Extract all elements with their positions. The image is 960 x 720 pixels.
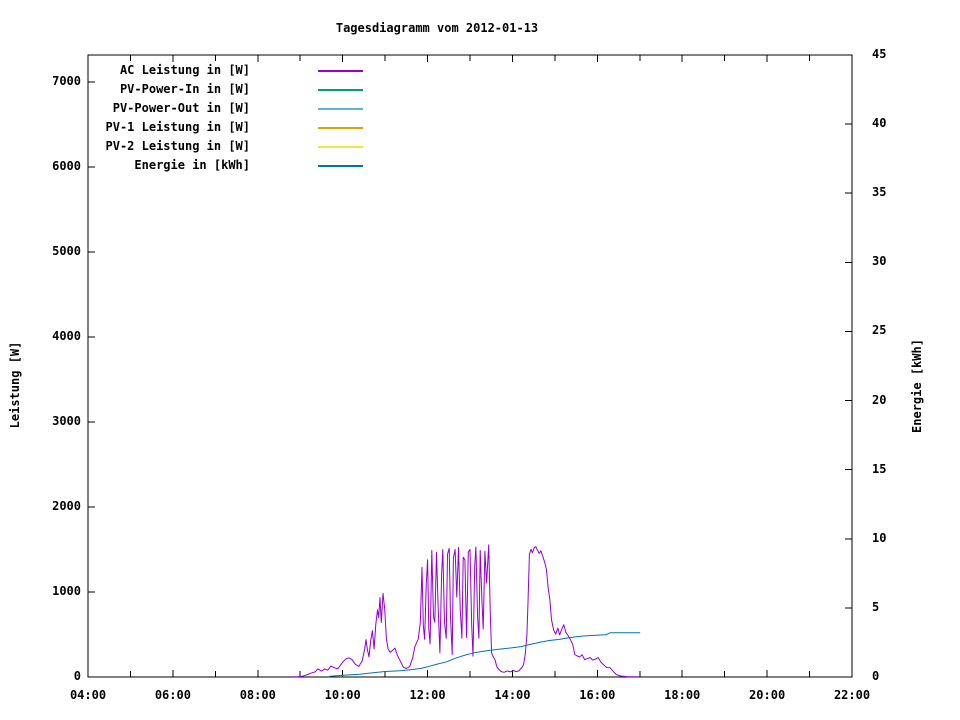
legend-item: AC Leistung in [W] <box>0 62 400 81</box>
legend-label: PV-1 Leistung in [W] <box>60 120 250 134</box>
y-right-tick-label: 5 <box>872 600 918 614</box>
series-line-energie-in-kwh <box>330 633 640 677</box>
legend-label: PV-Power-Out in [W] <box>60 101 250 115</box>
x-tick-label: 10:00 <box>313 688 373 702</box>
y-left-tick-label: 5000 <box>35 244 81 258</box>
legend-item: PV-Power-Out in [W] <box>0 100 400 119</box>
legend-line-sample <box>318 108 363 110</box>
legend-item: PV-1 Leistung in [W] <box>0 119 400 138</box>
legend-line-sample <box>318 146 363 148</box>
y-left-tick-label: 2000 <box>35 499 81 513</box>
legend-item: PV-Power-In in [W] <box>0 81 400 100</box>
y-right-tick-label: 25 <box>872 323 918 337</box>
x-tick-label: 14:00 <box>482 688 542 702</box>
y-right-tick-label: 0 <box>872 669 918 683</box>
y-left-tick-label: 4000 <box>35 329 81 343</box>
legend-line-sample <box>318 165 363 167</box>
y-left-tick-label: 1000 <box>35 584 81 598</box>
y-left-tick-label: 0 <box>35 669 81 683</box>
y-right-tick-label: 40 <box>872 116 918 130</box>
x-tick-label: 08:00 <box>228 688 288 702</box>
y-right-tick-label: 20 <box>872 393 918 407</box>
y-right-tick-label: 15 <box>872 462 918 476</box>
x-tick-label: 22:00 <box>822 688 882 702</box>
x-tick-label: 04:00 <box>58 688 118 702</box>
x-tick-label: 06:00 <box>143 688 203 702</box>
legend-item: Energie in [kWh] <box>0 157 400 176</box>
x-tick-label: 18:00 <box>652 688 712 702</box>
legend-line-sample <box>318 89 363 91</box>
gnuplot-daily-pv-chart: Tagesdiagramm vom 2012-01-13 Leistung [W… <box>0 0 960 720</box>
x-tick-label: 16:00 <box>567 688 627 702</box>
legend-item: PV-2 Leistung in [W] <box>0 138 400 157</box>
legend-label: PV-2 Leistung in [W] <box>60 139 250 153</box>
y-right-tick-label: 10 <box>872 531 918 545</box>
legend-label: AC Leistung in [W] <box>60 63 250 77</box>
x-tick-label: 20:00 <box>737 688 797 702</box>
y-right-tick-label: 45 <box>872 47 918 61</box>
legend-label: PV-Power-In in [W] <box>60 82 250 96</box>
legend-line-sample <box>318 127 363 129</box>
y-right-tick-label: 35 <box>872 185 918 199</box>
legend-line-sample <box>318 70 363 72</box>
y-left-tick-label: 3000 <box>35 414 81 428</box>
legend-label: Energie in [kWh] <box>60 158 250 172</box>
series-line-ac-leistung-in-w <box>293 545 637 677</box>
x-tick-label: 12:00 <box>398 688 458 702</box>
y-right-tick-label: 30 <box>872 254 918 268</box>
